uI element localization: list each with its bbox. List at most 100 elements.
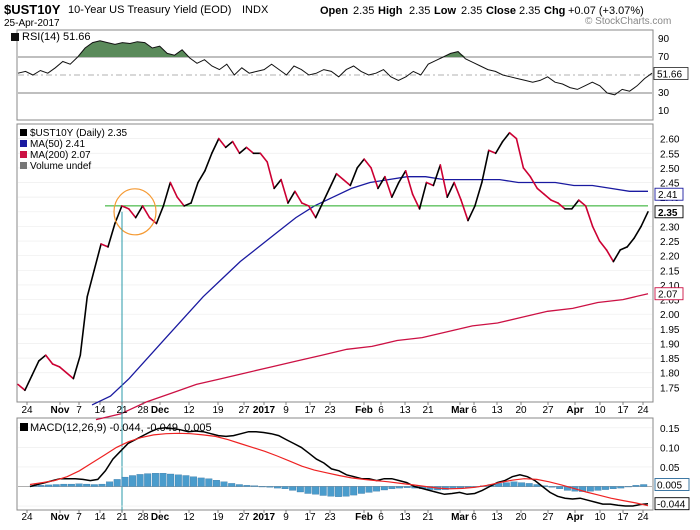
- price-segment: [370, 167, 379, 190]
- symbol: $UST10Y: [4, 2, 61, 17]
- date-tick-label: 20: [515, 405, 527, 416]
- macd-histogram-bar: [617, 486, 625, 489]
- date-tick-label: Feb: [355, 512, 373, 523]
- rsi-tick-label: 30: [658, 88, 670, 99]
- price-segment: [169, 181, 179, 198]
- date-tick-label: 7: [76, 512, 82, 523]
- date-tick-label: 23: [324, 405, 336, 416]
- macd-histogram-bar: [52, 484, 60, 487]
- price-segment: [391, 181, 400, 198]
- price-segment: [501, 131, 511, 143]
- price-segment: [31, 360, 40, 377]
- date-tick-label: Apr: [566, 405, 583, 416]
- high-label: High: [378, 5, 403, 17]
- date-tick-label: 6: [471, 405, 477, 416]
- open-label: Open: [320, 5, 348, 17]
- price-segment: [418, 181, 428, 210]
- date-tick-label: 21: [116, 512, 128, 523]
- date-tick-label: 19: [212, 405, 224, 416]
- price-segment: [266, 161, 275, 190]
- close-label: Close: [486, 5, 516, 17]
- macd-histogram-bar: [594, 486, 602, 491]
- date-tick-label: 14: [94, 512, 106, 523]
- price-segment: [328, 172, 338, 190]
- price-segment: [65, 371, 75, 380]
- date-tick-label: Nov: [51, 405, 70, 416]
- date-tick-label: 12: [183, 405, 195, 416]
- price-tick-label: 2.30: [660, 222, 680, 233]
- price-segment: [591, 225, 601, 242]
- price-tick-label: 2.15: [660, 266, 680, 277]
- date-tick-label: 2017: [253, 512, 276, 523]
- macd-histogram-bar: [304, 486, 312, 494]
- macd-legend-icon: [20, 423, 28, 431]
- macd-histogram-bar: [75, 483, 83, 487]
- date-tick-label: 13: [491, 405, 503, 416]
- price-segment: [162, 181, 172, 207]
- date-tick-label: 6: [471, 512, 477, 523]
- date-tick-label: 14: [94, 405, 106, 416]
- price-segment: [487, 149, 497, 155]
- macd-histogram-bar: [60, 483, 68, 487]
- watermark: © StockCharts.com: [585, 16, 671, 27]
- price-legend-swatch: [20, 129, 27, 136]
- macd-histogram-bar: [525, 483, 533, 487]
- macd-tick-label: 0.05: [660, 463, 680, 474]
- date-tick-label: Mar: [451, 405, 469, 416]
- price-tick-label: 1.90: [660, 339, 680, 350]
- price-segment: [640, 210, 649, 228]
- price-legend-entry: MA(200) 2.07: [30, 150, 91, 161]
- macd-histogram-bar: [289, 486, 297, 491]
- macd-histogram-bar: [373, 486, 381, 492]
- date-tick-label: 6: [378, 405, 384, 416]
- macd-histogram-bar: [266, 486, 274, 488]
- macd-histogram-bar: [45, 484, 53, 487]
- price-segment: [356, 158, 365, 169]
- price-tick-label: 2.00: [660, 310, 680, 321]
- macd-histogram-bar: [640, 484, 648, 487]
- macd-histogram-bar: [220, 481, 228, 487]
- macd-histogram-bar: [350, 486, 358, 496]
- date-tick-label: 27: [238, 405, 250, 416]
- price-segment: [571, 199, 580, 210]
- macd-histogram-bar: [106, 481, 114, 487]
- macd-histogram-bar: [502, 482, 510, 487]
- date-tick-label: 28: [137, 405, 149, 416]
- macd-histogram-bar: [129, 475, 136, 487]
- price-tick-label: 2.60: [660, 135, 680, 146]
- low-label: Low: [434, 5, 456, 17]
- date-tick-label: 20: [515, 512, 527, 523]
- price-segment: [245, 146, 255, 155]
- date-tick-label: Dec: [151, 512, 170, 523]
- date-tick-label: Mar: [451, 512, 469, 523]
- macd-histogram-bar: [556, 486, 564, 489]
- price-segment: [86, 269, 95, 298]
- date-tick-label: 27: [542, 405, 554, 416]
- price-segment: [626, 237, 635, 248]
- rsi-panel: 907050301051.66RSI(14) 51.66: [11, 31, 689, 117]
- price-legend-swatch: [20, 140, 27, 147]
- macd-histogram-bar: [98, 483, 106, 487]
- price-segment: [474, 181, 483, 207]
- date-tick-label: Feb: [355, 405, 373, 416]
- chg-label: Chg: [544, 5, 565, 17]
- macd-histogram-bar: [586, 486, 594, 492]
- macd-histogram-bar: [83, 483, 91, 487]
- rsi-legend-icon: [11, 33, 19, 41]
- price-segment: [598, 240, 608, 251]
- macd-histogram-bar: [251, 485, 259, 487]
- macd-histogram-bar: [205, 478, 213, 487]
- macd-histogram-bar: [67, 483, 75, 487]
- macd-histogram-bar: [335, 486, 342, 497]
- price-segment: [93, 243, 102, 272]
- macd-histogram-bar: [174, 474, 182, 487]
- ohlc-readout: Open 2.35 High 2.35 Low 2.35 Close 2.35 …: [320, 5, 644, 17]
- macd-tick-label: 0.10: [660, 443, 680, 454]
- price-legend-swatch: [20, 162, 27, 169]
- date-tick-label: 17: [304, 405, 316, 416]
- date-tick-label: 10: [594, 405, 606, 416]
- price-tick-label: 2.50: [660, 164, 680, 175]
- macd-histogram-bar: [151, 473, 159, 487]
- macd-histogram-bar: [212, 480, 220, 487]
- macd-histogram-bar: [319, 486, 327, 496]
